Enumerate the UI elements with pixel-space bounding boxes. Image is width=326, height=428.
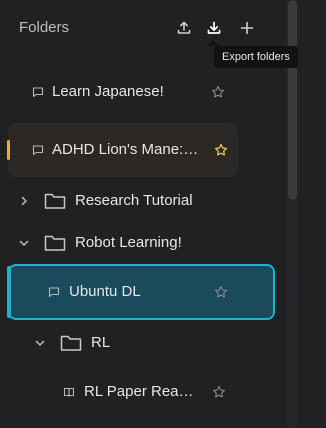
chat-bubble-icon xyxy=(32,144,44,156)
tooltip-text: Export folders xyxy=(222,51,290,63)
export-folders-tooltip: Export folders xyxy=(214,46,298,68)
chevron-down-icon[interactable] xyxy=(18,237,30,249)
chat-item-label: ADHD Lion's Mane: Mood Benefits xyxy=(52,141,200,158)
chat-item-label: Learn Japanese! xyxy=(52,83,164,100)
chat-item-ubuntu-dl[interactable]: Ubuntu DL xyxy=(8,264,275,320)
folders-panel: Folders Export folders Learn Japanese! A xyxy=(0,0,300,428)
chat-item-rl-paper-reading[interactable]: RL Paper Reading xyxy=(0,380,286,404)
panel-title: Folders xyxy=(19,19,70,36)
plus-icon xyxy=(240,21,254,35)
folder-item-robot-learning[interactable]: Robot Learning! xyxy=(0,230,286,256)
star-icon[interactable] xyxy=(211,384,227,400)
upload-button[interactable] xyxy=(174,18,194,38)
chat-item-learn-japanese[interactable]: Learn Japanese! xyxy=(0,80,286,104)
download-icon xyxy=(207,21,221,34)
upload-icon xyxy=(177,21,191,34)
folder-item-rl[interactable]: RL xyxy=(0,330,286,356)
folder-item-label: Robot Learning! xyxy=(75,234,182,251)
folder-icon xyxy=(44,192,66,210)
active-indicator xyxy=(7,140,10,160)
folder-icon xyxy=(60,334,82,352)
chevron-down-icon[interactable] xyxy=(34,337,46,349)
chat-book-icon xyxy=(63,386,75,398)
star-icon[interactable] xyxy=(213,284,229,300)
scrollbar-thumb[interactable] xyxy=(288,0,297,200)
chat-bubble-icon xyxy=(48,286,60,298)
folder-item-research-tutorial[interactable]: Research Tutorial xyxy=(0,188,286,214)
active-indicator xyxy=(7,266,11,318)
folder-icon xyxy=(44,234,66,252)
star-filled-icon[interactable] xyxy=(213,142,229,158)
chevron-right-icon[interactable] xyxy=(18,195,30,207)
add-folder-button[interactable] xyxy=(237,18,257,38)
folder-item-label: RL xyxy=(91,334,111,351)
folder-item-label: Research Tutorial xyxy=(75,192,193,209)
chat-bubble-icon xyxy=(32,86,44,98)
chat-item-label: RL Paper Reading xyxy=(84,383,198,400)
chat-item-adhd-lions-mane[interactable]: ADHD Lion's Mane: Mood Benefits xyxy=(8,123,238,177)
star-icon[interactable] xyxy=(210,84,226,100)
chat-item-label: Ubuntu DL xyxy=(69,283,141,300)
export-folders-button[interactable] xyxy=(204,18,224,38)
